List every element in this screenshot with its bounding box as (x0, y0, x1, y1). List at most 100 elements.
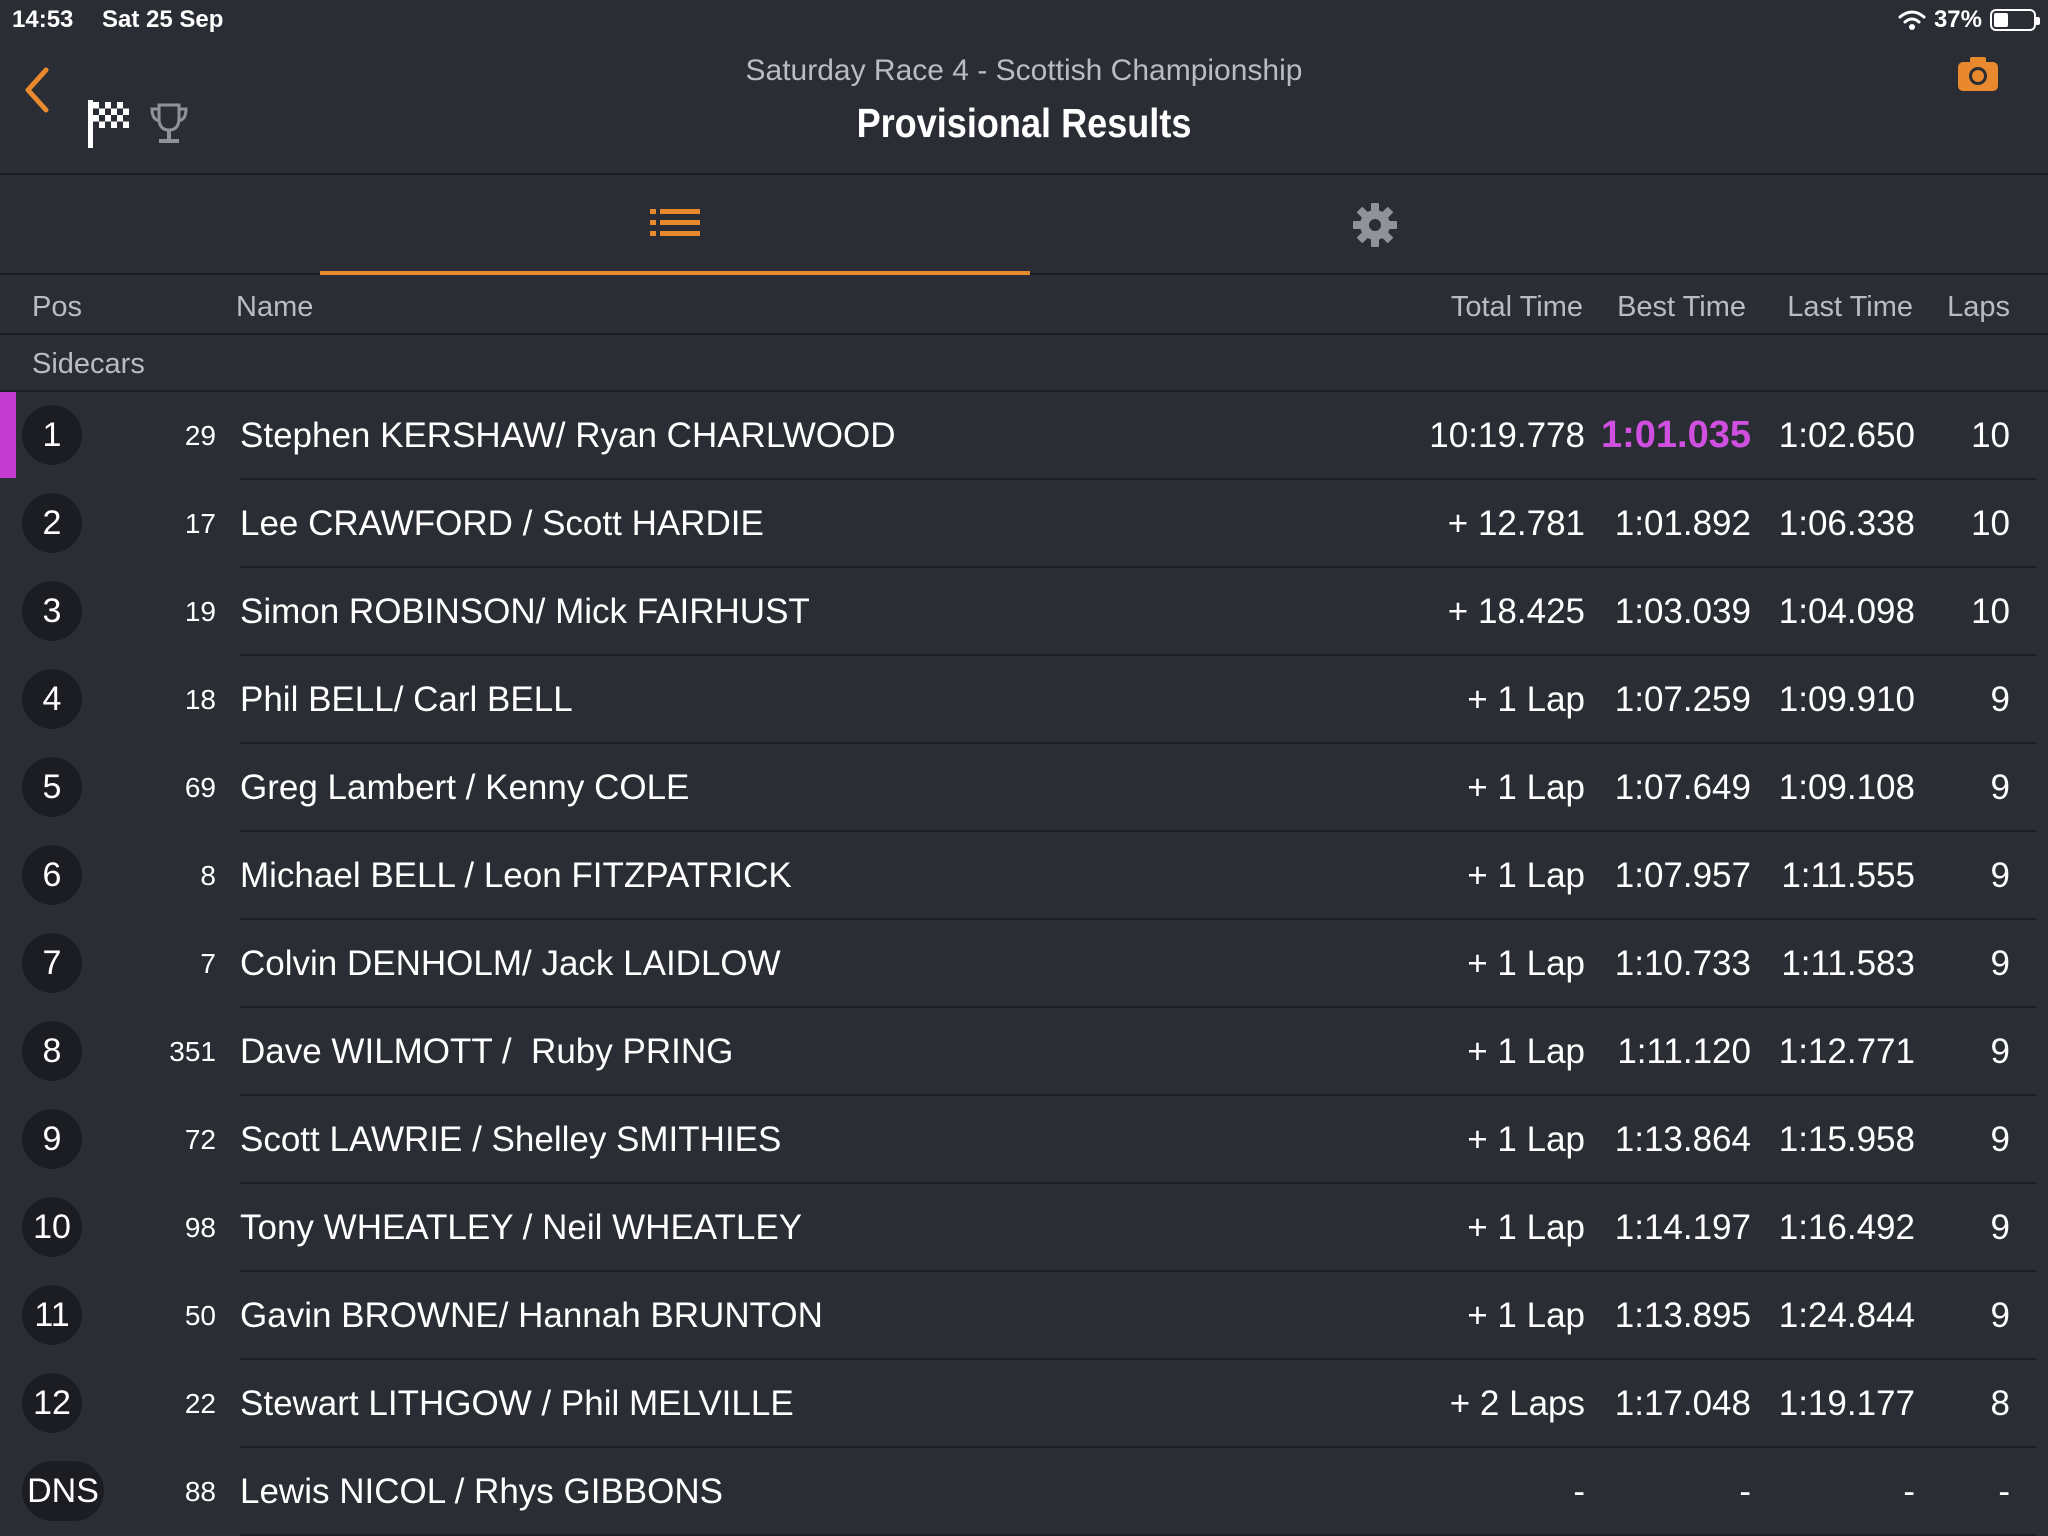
laps-count: 9 (1990, 1208, 2010, 1247)
best-time: 1:11.120 (1617, 1032, 1751, 1071)
column-header-best-time[interactable]: Best Time (1617, 291, 1746, 324)
position-badge: 9 (22, 1109, 82, 1169)
class-header: Sidecars (0, 335, 2048, 392)
total-time: + 18.425 (1447, 592, 1585, 631)
car-number: 19 (184, 596, 216, 627)
car-number: 69 (184, 772, 216, 803)
rider-names: Scott LAWRIE / Shelley SMITHIES (240, 1120, 782, 1159)
table-row[interactable]: 2 17 Lee CRAWFORD / Scott HARDIE + 12.781 1:… (0, 480, 2048, 568)
table-row[interactable]: 11 50 Gavin BROWNE/ Hannah BRUNTON + 1 Lap 1… (0, 1272, 2048, 1360)
laps-count: 9 (1990, 680, 2010, 719)
total-time: + 1 Lap (1467, 856, 1585, 895)
battery-nub (2036, 17, 2040, 25)
rider-names: Dave WILMOTT / Ruby PRING (240, 1032, 734, 1071)
rider-names: Michael BELL / Leon FITZPATRICK (240, 856, 792, 895)
column-header-name[interactable]: Name (236, 291, 313, 324)
laps-count: 10 (1971, 592, 2010, 631)
gear-icon (1353, 203, 1397, 247)
laps-count: 10 (1971, 504, 2010, 543)
car-number: 72 (184, 1124, 216, 1155)
rider-names: Lewis NICOL / Rhys GIBBONS (240, 1472, 723, 1511)
rider-names: Stephen KERSHAW/ Ryan CHARLWOOD (240, 416, 896, 455)
table-row[interactable]: 6 8 Michael BELL / Leon FITZPATRICK + 1 Lap… (0, 832, 2048, 920)
table-row[interactable]: 8 351 Dave WILMOTT / Ruby PRING + 1 Lap 1:11… (0, 1008, 2048, 1096)
total-time: + 1 Lap (1467, 1296, 1585, 1335)
laps-count: 9 (1990, 1032, 2010, 1071)
position-badge: 11 (22, 1285, 82, 1345)
laps-count: 10 (1971, 416, 2010, 455)
best-time: 1:13.895 (1614, 1296, 1751, 1335)
status-time: 14:53 (12, 6, 74, 33)
battery-percent: 37% (1933, 6, 1982, 33)
best-time: 1:01.892 (1614, 504, 1751, 543)
table-row[interactable]: DNS 88 Lewis NICOL / Rhys GIBBONS - - - - (0, 1448, 2048, 1536)
column-header-last-time[interactable]: Last Time (1787, 291, 1913, 324)
best-time: 1:17.048 (1614, 1384, 1751, 1423)
total-time: 10:19.778 (1429, 416, 1585, 455)
total-time: + 2 Laps (1449, 1384, 1585, 1423)
best-time: 1:01.035 (1600, 414, 1751, 456)
last-time: 1:24.844 (1778, 1296, 1915, 1335)
status-date: Sat 25 Sep (102, 6, 224, 33)
status-bar: 14:53 Sat 25 Sep 37% (0, 0, 2048, 40)
camera-icon[interactable] (1956, 54, 2000, 94)
last-time: 1:02.650 (1778, 416, 1915, 455)
laps-count: 9 (1990, 856, 2010, 895)
laps-count: 9 (1990, 1296, 2010, 1335)
last-time: 1:04.098 (1778, 592, 1915, 631)
laps-count: 8 (1990, 1384, 2010, 1423)
column-header-laps[interactable]: Laps (1947, 291, 2010, 324)
table-row[interactable]: 12 22 Stewart LITHGOW / Phil MELVILLE + 2 L… (0, 1360, 2048, 1448)
best-time: 1:13.864 (1614, 1120, 1751, 1159)
position-badge: 12 (22, 1373, 82, 1433)
last-time: 1:09.108 (1778, 768, 1915, 807)
laps-count: - (1998, 1472, 2010, 1511)
table-row[interactable]: 9 72 Scott LAWRIE / Shelley SMITHIES + 1 La… (0, 1096, 2048, 1184)
race-subtitle: Saturday Race 4 - Scottish Championship (745, 54, 1303, 87)
results-table: 1 29 Stephen KERSHAW/ Ryan CHARLWOOD 10:19.… (0, 392, 2048, 1536)
class-label: Sidecars (32, 348, 145, 380)
best-time: 1:03.039 (1614, 592, 1751, 631)
rider-names: Gavin BROWNE/ Hannah BRUNTON (240, 1296, 823, 1335)
rider-names: Simon ROBINSON/ Mick FAIRHUST (240, 592, 810, 631)
table-row[interactable]: 1 29 Stephen KERSHAW/ Ryan CHARLWOOD 10:19.… (0, 392, 2048, 480)
car-number: 98 (184, 1212, 216, 1243)
total-time: + 12.781 (1447, 504, 1585, 543)
position-badge: 10 (22, 1197, 82, 1257)
last-time: 1:09.910 (1778, 680, 1915, 719)
car-number: 29 (184, 420, 216, 451)
battery-icon (1990, 9, 2040, 31)
column-header-total-time[interactable]: Total Time (1451, 291, 1583, 324)
battery-level (1994, 13, 2008, 27)
tab-settings[interactable] (1030, 175, 1720, 275)
car-number: 8 (200, 860, 216, 891)
view-tabs (0, 175, 2048, 275)
table-row[interactable]: 10 98 Tony WHEATLEY / Neil WHEATLEY + 1 Lap… (0, 1184, 2048, 1272)
column-header-pos[interactable]: Pos (32, 291, 82, 324)
table-row[interactable]: 5 69 Greg Lambert / Kenny COLE + 1 Lap 1:07.… (0, 744, 2048, 832)
table-row[interactable]: 3 19 Simon ROBINSON/ Mick FAIRHUST + 18.425… (0, 568, 2048, 656)
position-badge: 6 (22, 845, 82, 905)
last-time: 1:12.771 (1778, 1032, 1915, 1071)
total-time: + 1 Lap (1467, 944, 1585, 983)
position-badge: 4 (22, 669, 82, 729)
last-time: 1:11.555 (1781, 856, 1915, 895)
position-badge: DNS (22, 1461, 104, 1521)
rider-names: Stewart LITHGOW / Phil MELVILLE (240, 1384, 794, 1423)
rider-names: Colvin DENHOLM/ Jack LAIDLOW (240, 944, 781, 983)
table-row[interactable]: 7 7 Colvin DENHOLM/ Jack LAIDLOW + 1 Lap 1:1… (0, 920, 2048, 1008)
rider-names: Tony WHEATLEY / Neil WHEATLEY (240, 1208, 803, 1247)
position-badge: 1 (22, 405, 82, 465)
header: Saturday Race 4 - Scottish Championship … (0, 40, 2048, 175)
tab-results-list[interactable] (320, 175, 1030, 275)
car-number: 50 (184, 1300, 216, 1331)
total-time: + 1 Lap (1467, 1208, 1585, 1247)
best-time: - (1739, 1472, 1751, 1511)
table-row[interactable]: 4 18 Phil BELL/ Carl BELL + 1 Lap 1:07.259 1:… (0, 656, 2048, 744)
fastest-lap-marker (0, 392, 16, 478)
last-time: 1:11.583 (1781, 944, 1915, 983)
status-indicators: 37% (1898, 6, 2040, 34)
car-number: 22 (184, 1388, 216, 1419)
rider-names: Phil BELL/ Carl BELL (240, 680, 573, 719)
list-icon (650, 209, 700, 236)
